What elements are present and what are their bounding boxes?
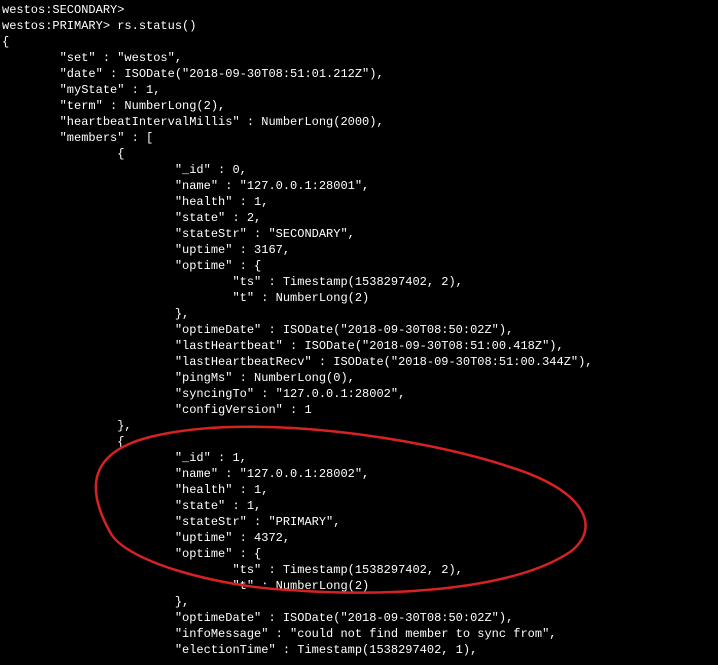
terminal-line: "optimeDate" : ISODate("2018-09-30T08:50…: [2, 322, 718, 338]
terminal-line: "infoMessage" : "could not find member t…: [2, 626, 718, 642]
terminal-line: {: [2, 434, 718, 450]
terminal-line: "_id" : 1,: [2, 450, 718, 466]
terminal-line: "optimeDate" : ISODate("2018-09-30T08:50…: [2, 610, 718, 626]
terminal-line: {: [2, 146, 718, 162]
terminal-line: "ts" : Timestamp(1538297402, 2),: [2, 274, 718, 290]
terminal-line: "stateStr" : "PRIMARY",: [2, 514, 718, 530]
terminal-line: "myState" : 1,: [2, 82, 718, 98]
terminal-line: "name" : "127.0.0.1:28001",: [2, 178, 718, 194]
terminal-line: "state" : 2,: [2, 210, 718, 226]
terminal-line: "members" : [: [2, 130, 718, 146]
terminal-line: "heartbeatIntervalMillis" : NumberLong(2…: [2, 114, 718, 130]
terminal-line: },: [2, 418, 718, 434]
terminal-line: "ts" : Timestamp(1538297402, 2),: [2, 562, 718, 578]
terminal-line: westos:PRIMARY> rs.status(): [2, 18, 718, 34]
terminal-line: "optime" : {: [2, 258, 718, 274]
terminal-line: },: [2, 594, 718, 610]
terminal-line: "date" : ISODate("2018-09-30T08:51:01.21…: [2, 66, 718, 82]
terminal-line: "pingMs" : NumberLong(0),: [2, 370, 718, 386]
terminal-line: "configVersion" : 1: [2, 402, 718, 418]
terminal-line: "state" : 1,: [2, 498, 718, 514]
terminal-line: "name" : "127.0.0.1:28002",: [2, 466, 718, 482]
terminal-output[interactable]: westos:SECONDARY>westos:PRIMARY> rs.stat…: [0, 0, 718, 658]
terminal-line: "uptime" : 3167,: [2, 242, 718, 258]
terminal-line: westos:SECONDARY>: [2, 2, 718, 18]
terminal-line: "term" : NumberLong(2),: [2, 98, 718, 114]
terminal-line: "lastHeartbeatRecv" : ISODate("2018-09-3…: [2, 354, 718, 370]
terminal-line: "uptime" : 4372,: [2, 530, 718, 546]
terminal-line: "optime" : {: [2, 546, 718, 562]
terminal-line: "electionTime" : Timestamp(1538297402, 1…: [2, 642, 718, 658]
terminal-line: "_id" : 0,: [2, 162, 718, 178]
terminal-line: "t" : NumberLong(2): [2, 578, 718, 594]
terminal-line: "syncingTo" : "127.0.0.1:28002",: [2, 386, 718, 402]
terminal-line: "health" : 1,: [2, 194, 718, 210]
terminal-line: {: [2, 34, 718, 50]
terminal-line: "set" : "westos",: [2, 50, 718, 66]
terminal-line: "health" : 1,: [2, 482, 718, 498]
terminal-line: "stateStr" : "SECONDARY",: [2, 226, 718, 242]
terminal-line: "t" : NumberLong(2): [2, 290, 718, 306]
terminal-line: },: [2, 306, 718, 322]
terminal-line: "lastHeartbeat" : ISODate("2018-09-30T08…: [2, 338, 718, 354]
